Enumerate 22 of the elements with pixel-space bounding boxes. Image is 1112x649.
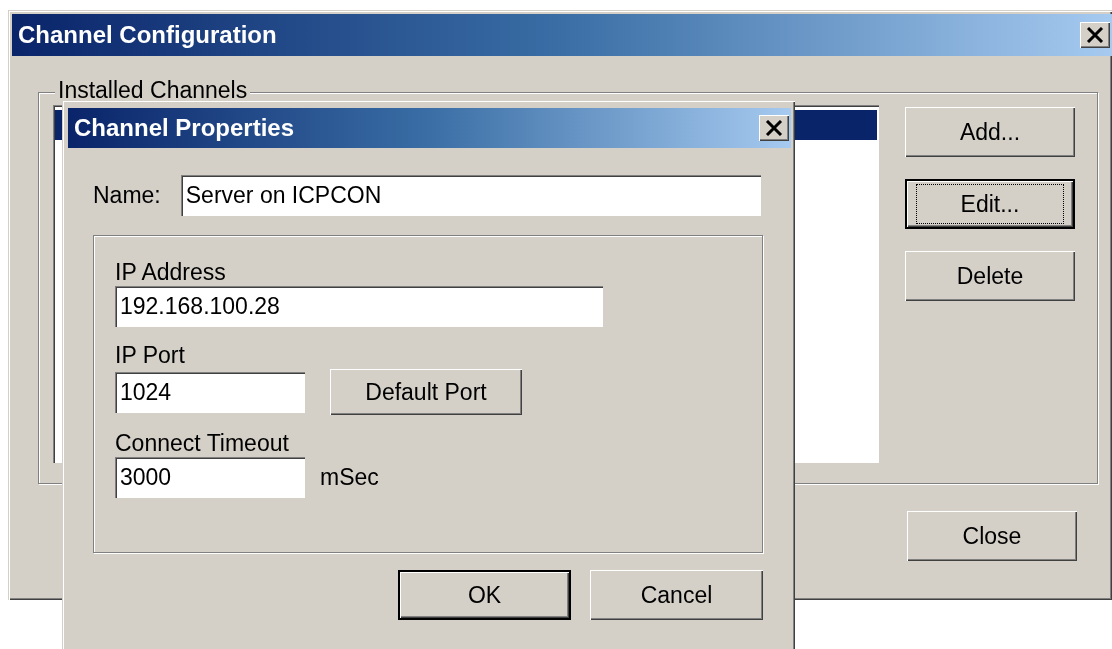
action-button[interactable]: Add... <box>905 107 1075 157</box>
close-icon <box>1086 27 1104 43</box>
action-button[interactable]: Delete <box>905 251 1075 301</box>
dialog-button[interactable]: OK <box>398 570 571 620</box>
name-label: Name: <box>93 182 161 209</box>
close-window-button[interactable]: Close <box>907 511 1077 561</box>
name-field[interactable]: Server on ICPCON <box>180 175 761 216</box>
action-button[interactable]: Edit... <box>905 179 1075 229</box>
close-button[interactable] <box>1080 22 1110 48</box>
input-field[interactable]: 1024 <box>115 371 305 413</box>
input-field[interactable]: 3000 <box>115 457 305 498</box>
unit-label: mSec <box>320 464 379 491</box>
close-icon <box>765 120 783 136</box>
dialog-button[interactable]: Cancel <box>590 570 763 620</box>
field-label: IP Port <box>115 341 185 369</box>
window-title: Channel Configuration <box>18 21 277 49</box>
default-port-button[interactable]: Default Port <box>330 369 522 415</box>
close-button[interactable] <box>759 115 789 141</box>
dialog-title: Channel Properties <box>74 114 295 142</box>
input-field[interactable]: 192.168.100.28 <box>115 286 603 327</box>
field-label: IP Address <box>115 258 226 286</box>
field-label: Connect Timeout <box>115 429 289 457</box>
